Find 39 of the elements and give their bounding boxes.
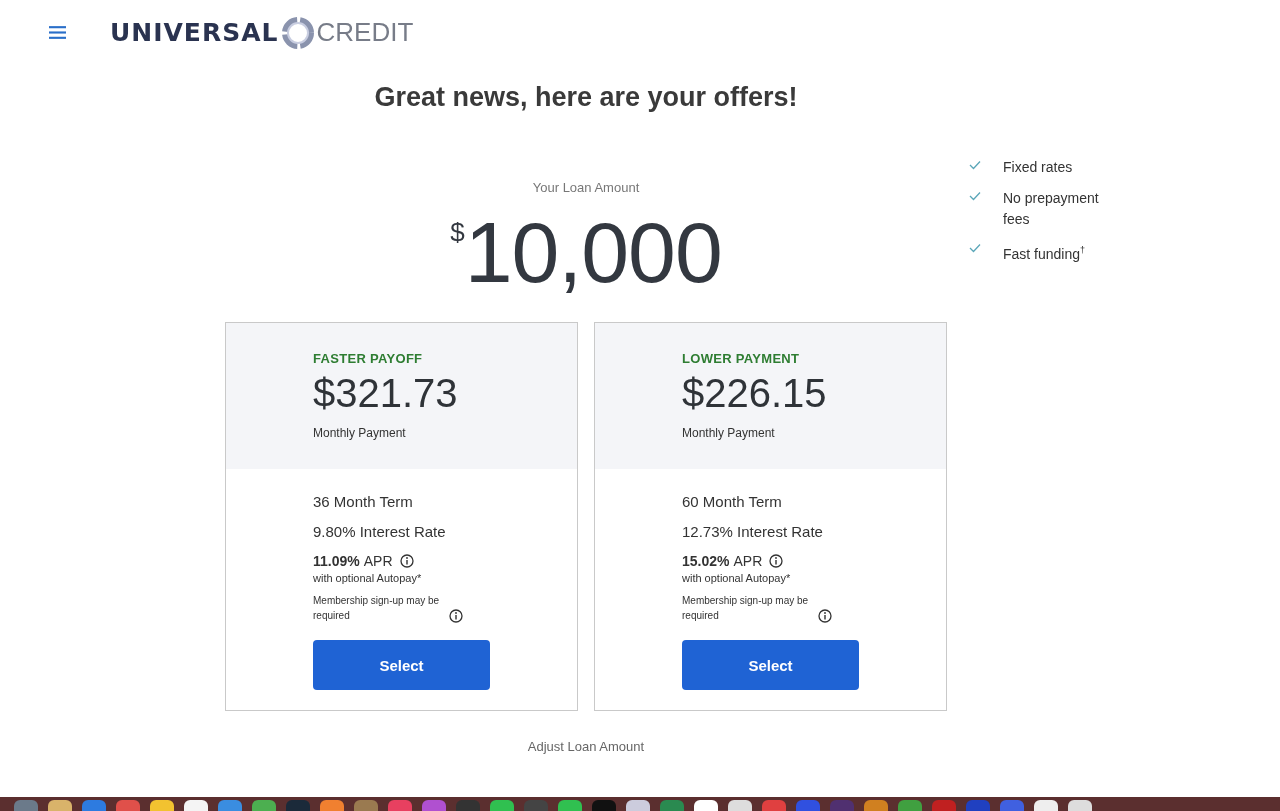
info-icon[interactable]: [449, 609, 463, 623]
info-icon[interactable]: [769, 554, 784, 568]
payment-label: Monthly Payment: [682, 426, 776, 440]
loan-amount: 10,000: [464, 207, 722, 297]
currency-sign: $: [450, 217, 465, 248]
menu-icon[interactable]: [49, 26, 66, 39]
ring-logo-icon: [279, 14, 316, 51]
apr-value: 11.09%: [313, 553, 360, 569]
logo-text: CREDIT: [316, 17, 414, 48]
term-text: 60 Month Term: [682, 493, 783, 510]
membership-note: Membership sign-up may be required: [313, 594, 441, 623]
select-button[interactable]: Select: [313, 640, 490, 690]
offer-tag: LOWER PAYMENT: [682, 351, 946, 366]
select-button[interactable]: Select: [682, 640, 859, 690]
offer-tag: FASTER PAYOFF: [313, 351, 577, 366]
monthly-payment: $226.15: [682, 370, 828, 416]
autopay-note: with optional Autopay*: [682, 572, 792, 584]
page-heading: Great news, here are your offers!: [374, 81, 798, 114]
check-icon: [969, 243, 981, 253]
apr-value: 15.02%: [682, 553, 730, 569]
loan-amount-label: Your Loan Amount: [532, 180, 640, 195]
autopay-note: with optional Autopay*: [313, 572, 423, 584]
benefit-text: Fixed rates: [1003, 158, 1074, 177]
payment-label: Monthly Payment: [313, 426, 407, 440]
apr-label: APR: [733, 553, 763, 569]
adjust-loan-link[interactable]: Adjust Loan Amount: [527, 739, 645, 754]
check-icon: [969, 191, 981, 201]
benefit-text: Fast funding$^{†}$: [1003, 244, 1087, 264]
apr-label: APR: [363, 553, 393, 569]
term-text: 36 Month Term: [313, 493, 414, 510]
rate-text: 9.80% Interest Rate: [313, 523, 447, 540]
membership-note: Membership sign-up may be required: [682, 594, 810, 623]
info-icon[interactable]: [818, 609, 832, 623]
info-icon[interactable]: [399, 554, 414, 568]
rate-text: 12.73% Interest Rate: [682, 523, 824, 540]
logo-text: UNIVERSAL: [110, 18, 279, 47]
monthly-payment: $321.73: [313, 370, 459, 416]
benefit-text: No prepayment fees: [1003, 189, 1100, 229]
check-icon: [969, 160, 981, 170]
